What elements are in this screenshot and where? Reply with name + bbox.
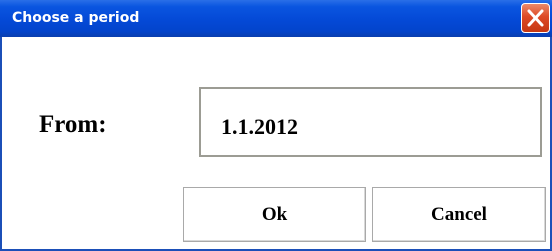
from-date-field-frame [199, 87, 542, 157]
from-date-input[interactable] [201, 89, 540, 155]
from-label: From: [39, 111, 107, 138]
title-bar[interactable]: Choose a period [0, 0, 552, 37]
choose-period-dialog: Choose a period From: Ok Cancel [0, 0, 552, 251]
cancel-button[interactable]: Cancel [372, 187, 546, 242]
close-icon [527, 9, 544, 27]
close-button[interactable] [521, 3, 550, 33]
ok-button[interactable]: Ok [183, 187, 366, 242]
dialog-title: Choose a period [12, 10, 140, 26]
